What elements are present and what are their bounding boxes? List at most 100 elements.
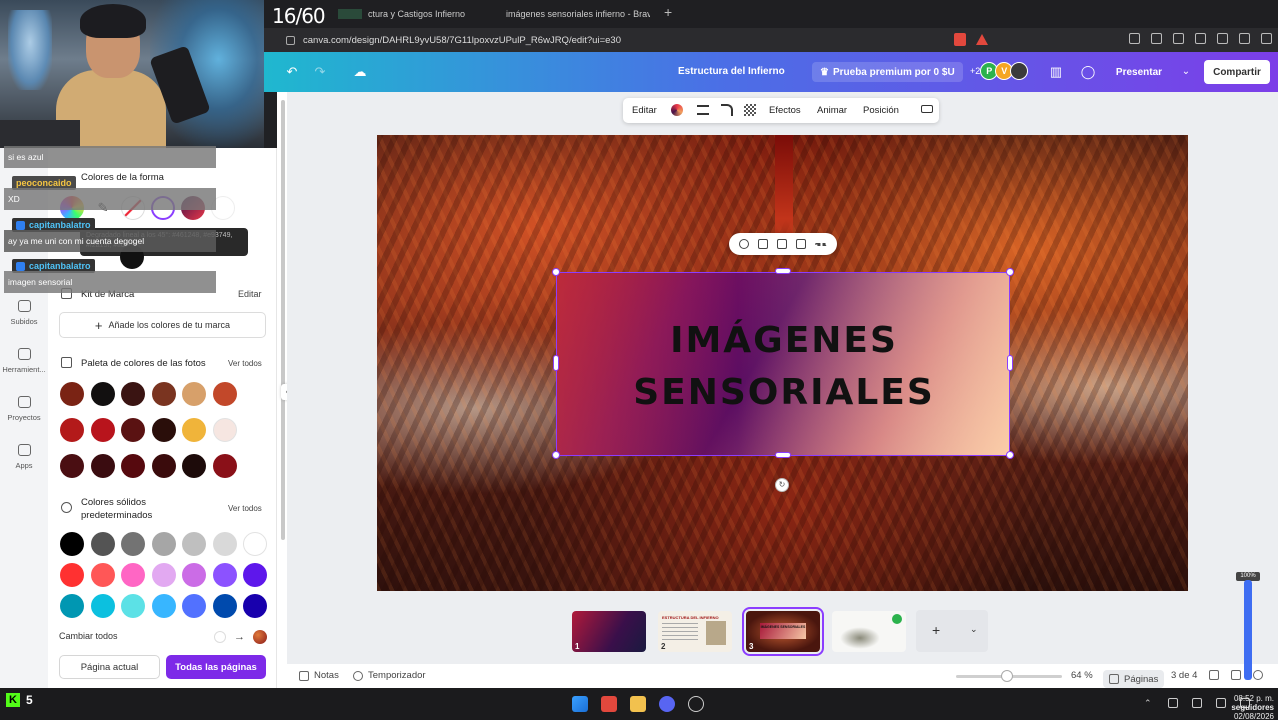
lock-icon[interactable] [758, 239, 769, 249]
color-picker-icon[interactable] [671, 104, 683, 116]
grid-view-icon[interactable] [1209, 670, 1219, 680]
color-swatch[interactable] [151, 454, 176, 478]
color-swatch[interactable] [60, 454, 84, 478]
color-swatch[interactable] [182, 382, 206, 406]
new-tab-button[interactable]: + [664, 4, 672, 20]
duplicate-icon[interactable] [776, 239, 787, 249]
rotate-handle-icon[interactable]: ↻ [775, 478, 789, 492]
notes-button[interactable]: Notas [299, 670, 339, 681]
color-swatch[interactable] [60, 532, 84, 556]
change-all-preview[interactable]: → [214, 630, 267, 644]
add-brand-colors-button[interactable]: + Añade los colores de tu marca [59, 312, 266, 338]
panel-scroll-thumb[interactable] [281, 100, 285, 540]
color-swatch[interactable] [151, 382, 176, 406]
help-icon[interactable] [1253, 670, 1263, 680]
color-swatch[interactable] [243, 563, 267, 587]
color-swatch[interactable] [243, 594, 267, 618]
address-bar[interactable]: canva.com/design/DAHRL9yvU58/7G11lpoxvzU… [286, 32, 926, 48]
redo-icon[interactable]: ↷ [312, 64, 328, 80]
menu-icon[interactable] [1261, 33, 1272, 44]
chevron-down-icon[interactable]: ⌄ [1176, 62, 1196, 82]
all-pages-button[interactable]: Todas las páginas [166, 655, 266, 679]
undo-icon[interactable]: ↶ [284, 64, 300, 80]
see-all-solid-link[interactable]: Ver todos [228, 504, 262, 513]
color-swatch[interactable] [60, 563, 84, 587]
color-swatch[interactable] [90, 418, 115, 442]
animate-button[interactable]: Animar [817, 105, 847, 116]
regenerate-icon[interactable] [739, 239, 750, 249]
resize-handle-w[interactable] [553, 355, 559, 371]
color-swatch[interactable] [90, 382, 115, 406]
border-style-icon[interactable] [697, 105, 709, 115]
color-swatch[interactable] [121, 454, 145, 478]
corner-rounding-icon[interactable] [721, 104, 733, 116]
effects-button[interactable]: Efectos [769, 105, 801, 116]
present-button[interactable]: Presentar [1106, 60, 1172, 84]
brave-shield-icon[interactable] [954, 33, 966, 46]
see-all-photo-link[interactable]: Ver todos [228, 359, 262, 368]
color-swatch[interactable] [60, 418, 84, 442]
paint-roller-icon[interactable] [921, 105, 933, 113]
page-thumbnail-3[interactable]: IMÁGENES SENSORIALES 3 [742, 607, 824, 656]
resize-handle-n[interactable] [775, 268, 791, 274]
resize-handle-s[interactable] [775, 452, 791, 458]
windows-start-icon[interactable] [572, 696, 588, 712]
position-button[interactable]: Posición [863, 105, 899, 116]
trash-icon[interactable] [795, 239, 806, 249]
color-swatch[interactable] [151, 563, 176, 587]
pages-button[interactable]: Páginas [1103, 670, 1165, 688]
color-swatch[interactable] [151, 594, 176, 618]
vpn-icon[interactable] [1239, 33, 1250, 44]
brand-kit-edit-link[interactable]: Editar [238, 289, 262, 299]
resize-handle-se[interactable] [1006, 451, 1014, 459]
color-swatch[interactable] [182, 454, 206, 478]
file-explorer-icon[interactable] [630, 696, 646, 712]
collaborators[interactable]: +2 P V [970, 62, 1029, 80]
color-swatch[interactable] [182, 563, 206, 587]
share-button[interactable]: Compartir [1204, 60, 1270, 84]
comment-icon[interactable]: ◯ [1080, 64, 1096, 80]
color-swatch[interactable] [151, 418, 176, 442]
chevron-down-icon[interactable]: ⌄ [970, 624, 978, 635]
color-swatch[interactable] [121, 594, 145, 618]
download-icon[interactable] [1129, 33, 1140, 44]
avatar[interactable] [1010, 62, 1029, 80]
page-thumbnail-1[interactable]: 1 [572, 611, 646, 652]
zoom-scrollbar[interactable] [1244, 580, 1252, 680]
color-swatch[interactable] [212, 454, 237, 478]
more-options-icon[interactable] [814, 242, 827, 246]
color-swatch[interactable] [60, 382, 84, 406]
microphone-icon[interactable] [1168, 698, 1178, 708]
rail-item-apps[interactable]: Apps [0, 444, 48, 470]
current-page-button[interactable]: Página actual [59, 655, 160, 679]
browser-tab-2[interactable]: imágenes sensoriales infierno - Brave [500, 6, 650, 22]
wallet-icon[interactable] [1217, 33, 1228, 44]
rail-item-projects[interactable]: Proyectos [0, 396, 48, 422]
add-page-button[interactable]: + ⌄ [916, 610, 988, 652]
rail-item-uploads[interactable]: Subidos [0, 300, 48, 326]
color-swatch[interactable] [121, 563, 145, 587]
color-swatch[interactable] [90, 594, 115, 618]
color-swatch[interactable] [151, 532, 176, 556]
brave-browser-icon[interactable] [601, 696, 617, 712]
page-thumbnail-4[interactable] [832, 611, 906, 652]
obs-icon[interactable] [688, 696, 704, 712]
color-swatch[interactable] [90, 454, 115, 478]
rail-item-tools[interactable]: Herramient... [0, 348, 48, 374]
document-title[interactable]: Estructura del Infierno [678, 66, 785, 77]
resize-handle-sw[interactable] [552, 451, 560, 459]
extension-icon[interactable] [1173, 33, 1184, 44]
color-swatch[interactable] [182, 594, 206, 618]
color-swatch[interactable] [182, 532, 206, 556]
color-swatch[interactable] [212, 563, 237, 587]
color-swatch[interactable] [121, 382, 145, 406]
media-icon[interactable] [1151, 33, 1162, 44]
edit-button[interactable]: Editar [632, 105, 657, 116]
color-swatch[interactable] [121, 418, 145, 442]
color-swatch[interactable] [60, 594, 84, 618]
color-swatch[interactable] [90, 563, 115, 587]
analytics-icon[interactable]: ▥ [1048, 64, 1064, 80]
page-thumbnail-2[interactable]: ESTRUCTURA DEL INFIERNO 2 [658, 611, 732, 652]
premium-trial-button[interactable]: ♛ Prueba premium por 0 $U [812, 62, 963, 82]
browser-tab-1[interactable]: ctura y Castigos Infierno [338, 6, 468, 22]
